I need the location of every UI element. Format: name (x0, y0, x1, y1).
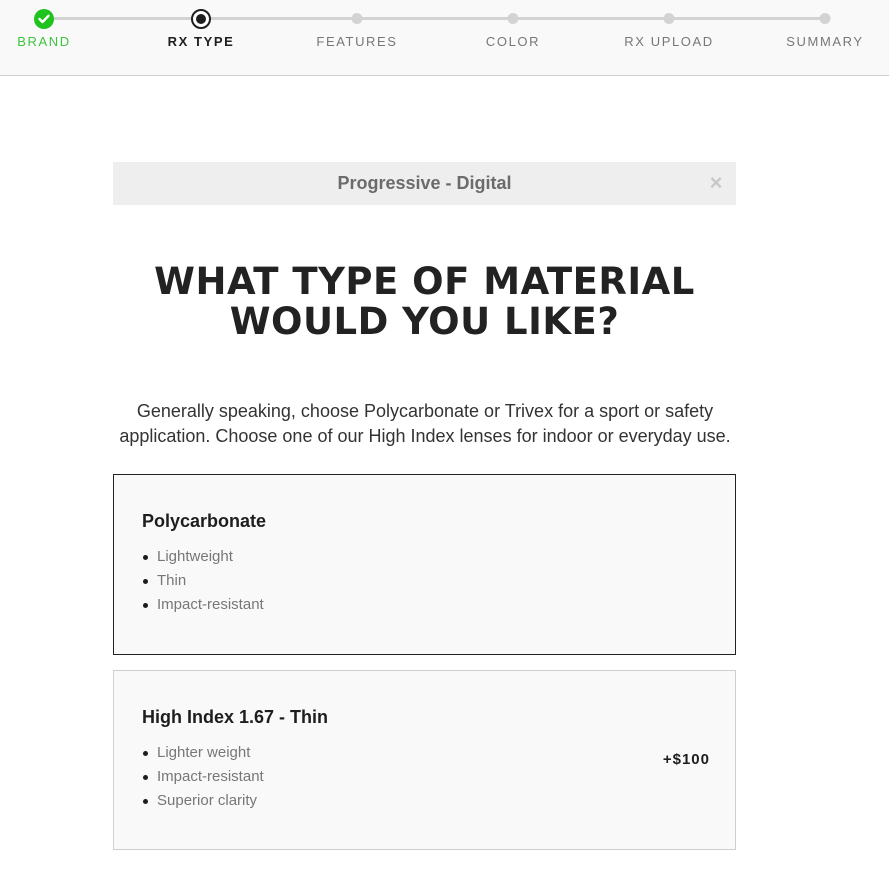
selected-rx-type-chip: Progressive - Digital × (113, 162, 736, 205)
option-title: Polycarbonate (142, 511, 267, 531)
feature-item: Impact-resistant (142, 593, 264, 617)
option-high-index-167[interactable]: High Index 1.67 - Thin Lighter weight Im… (113, 670, 736, 850)
feature-item: Lightweight (142, 545, 264, 569)
step-label: FEATURES (316, 34, 398, 49)
step-label: COLOR (485, 34, 541, 49)
step-label: SUMMARY (786, 34, 864, 49)
step-label: RX UPLOAD (624, 34, 714, 49)
chip-label: Progressive - Digital (337, 173, 512, 193)
option-price: +$100 (662, 751, 710, 768)
feature-item: Thin (142, 569, 264, 593)
check-icon (34, 9, 54, 29)
option-title: High Index 1.67 - Thin (142, 707, 329, 727)
step-label: RX TYPE (167, 34, 235, 49)
page-description: Generally speaking, choose Polycarbonate… (119, 401, 731, 446)
feature-item: Superior clarity (142, 789, 264, 813)
feature-list: Lighter weight Impact-resistant Superior… (142, 741, 264, 813)
step-label: BRAND (17, 34, 71, 49)
feature-item: Impact-resistant (142, 765, 264, 789)
pending-step-icon (507, 13, 519, 24)
pending-step-icon (663, 13, 675, 24)
close-icon[interactable]: × (706, 172, 726, 194)
page-title: WHAT TYPE OF MATERIAL WOULD YOU LIKE? (154, 260, 695, 343)
option-polycarbonate[interactable]: Polycarbonate Lightweight Thin Impact-re… (113, 474, 736, 655)
stepper-track (44, 17, 826, 20)
current-step-icon (191, 9, 211, 29)
progress-stepper: BRAND RX TYPE FEATURES COLOR RX UPLOAD S… (0, 0, 889, 76)
feature-item: Lighter weight (142, 741, 264, 765)
feature-list: Lightweight Thin Impact-resistant (142, 545, 264, 617)
pending-step-icon (819, 13, 831, 24)
pending-step-icon (351, 13, 363, 24)
